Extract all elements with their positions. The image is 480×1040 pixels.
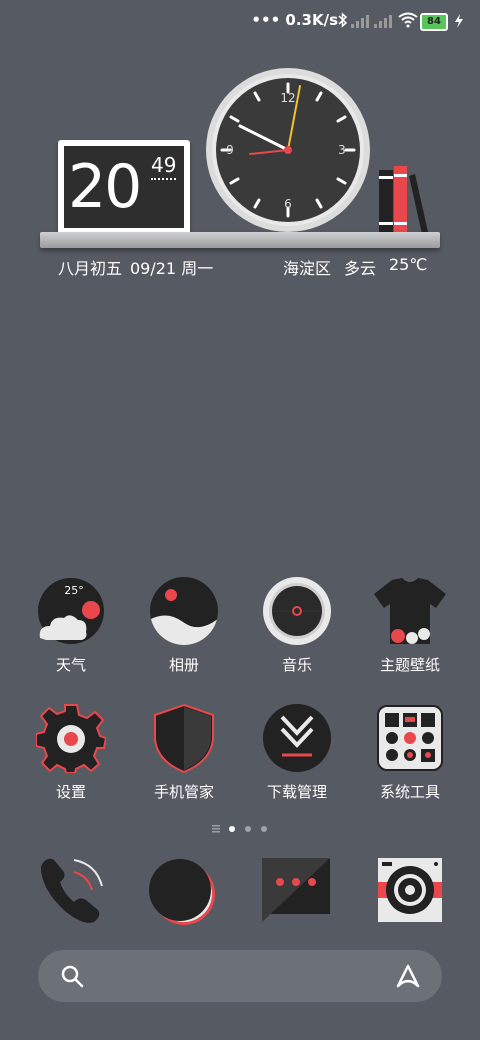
dial-9: 9 <box>226 143 234 157</box>
app-label: 天气 <box>55 656 86 674</box>
assistant-icon[interactable] <box>394 962 422 990</box>
app-label: 手机管家 <box>153 783 214 801</box>
dial-3: 3 <box>338 143 346 157</box>
weather-label: 多云 <box>344 259 377 278</box>
browser-icon[interactable] <box>146 854 218 926</box>
tshirt-icon <box>374 576 446 646</box>
phone-icon[interactable] <box>34 854 106 926</box>
location-label: 海淀区 <box>283 259 332 278</box>
clock-hour: 20 <box>68 152 142 222</box>
app-security[interactable]: 手机管家 <box>134 703 234 802</box>
shelf <box>40 232 440 248</box>
download-icon <box>262 703 332 773</box>
app-label: 相册 <box>168 656 199 674</box>
network-speed: ••• 0.3K/s <box>251 11 338 29</box>
app-label: 系统工具 <box>379 783 440 801</box>
lunar-date: 八月初五 <box>58 259 123 278</box>
weather-temp-badge: 25° <box>64 584 84 597</box>
books-decoration <box>379 166 428 234</box>
app-settings[interactable]: 设置 <box>21 703 121 802</box>
dial-12: 12 <box>280 91 295 105</box>
app-label: 下载管理 <box>266 783 327 801</box>
weather-icon: 25° <box>36 576 106 646</box>
app-label: 设置 <box>55 783 86 801</box>
music-icon <box>262 576 332 646</box>
app-label: 音乐 <box>281 656 312 674</box>
app-weather[interactable]: 25° 天气 <box>21 576 121 675</box>
status-bar: ••• 0.3K/s 84 <box>0 0 480 42</box>
shield-icon <box>149 703 219 774</box>
digital-clock-frame: 20 49 <box>58 140 190 237</box>
clock-weather-widget[interactable]: 20 49 12 3 6 9 八月初五 09/21 周一 海淀区 多云 25℃ <box>40 60 440 278</box>
signal-1-icon <box>351 15 369 28</box>
search-bar[interactable] <box>38 950 442 1002</box>
bluetooth-icon <box>338 12 348 28</box>
page-dot <box>245 826 251 832</box>
analog-clock: 12 3 6 9 <box>206 68 370 232</box>
messages-icon[interactable] <box>260 854 332 926</box>
page-dot <box>261 826 267 832</box>
gallery-icon <box>149 576 219 646</box>
charging-icon <box>455 14 463 28</box>
list-page-icon <box>212 825 220 833</box>
app-downloads[interactable]: 下载管理 <box>247 703 347 802</box>
wifi-icon <box>398 12 418 28</box>
app-music[interactable]: 音乐 <box>247 576 347 675</box>
folder-icon <box>375 703 445 773</box>
camera-icon[interactable] <box>374 854 446 926</box>
app-label: 主题壁纸 <box>379 656 440 674</box>
battery-indicator: 84 <box>420 13 448 31</box>
page-dot-active <box>229 826 235 832</box>
page-indicator[interactable] <box>212 824 272 834</box>
signal-2-icon <box>374 15 392 28</box>
app-gallery[interactable]: 相册 <box>134 576 234 675</box>
gear-icon <box>35 703 108 774</box>
app-themes[interactable]: 主题壁纸 <box>360 576 460 675</box>
date-label: 09/21 周一 <box>130 259 214 278</box>
search-icon <box>61 965 84 988</box>
folder-system-tools[interactable]: 系统工具 <box>360 703 460 802</box>
dial-6: 6 <box>284 197 292 211</box>
temperature-label: 25℃ <box>389 255 428 274</box>
clock-minute: 49 <box>151 154 177 180</box>
